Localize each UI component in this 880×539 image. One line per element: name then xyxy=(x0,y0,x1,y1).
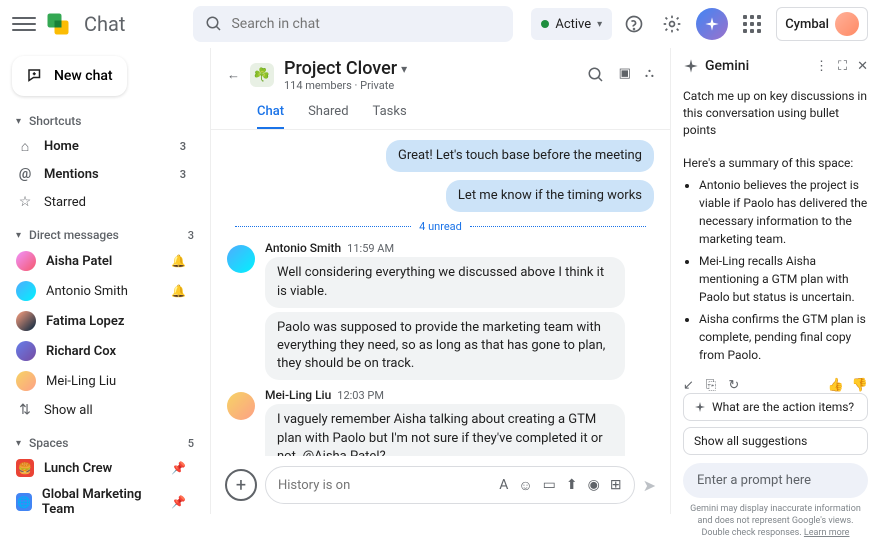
expand-icon: ⇅ xyxy=(16,401,34,419)
avatar xyxy=(16,311,36,331)
video-icon[interactable]: ⊞ xyxy=(610,477,622,494)
send-button[interactable]: ➤ xyxy=(643,476,656,495)
notification-icon: 🔔 xyxy=(171,254,186,268)
thumbs-down-icon[interactable]: 👎 xyxy=(852,378,868,393)
learn-more-link[interactable]: Learn more xyxy=(804,528,850,538)
gemini-input[interactable]: Enter a prompt here xyxy=(683,463,868,498)
thumbs-up-icon[interactable]: 👍 xyxy=(828,378,844,393)
add-attachment-button[interactable]: + xyxy=(225,469,257,501)
insert-icon[interactable]: ↙ xyxy=(683,378,694,393)
new-chat-icon xyxy=(26,67,44,85)
search-in-chat-icon[interactable] xyxy=(587,66,605,84)
home-icon: ⌂ xyxy=(16,137,34,155)
sent-bubble: Let me know if the timing works xyxy=(446,180,654,212)
notification-icon: 🔔 xyxy=(171,284,186,298)
spaces-header[interactable]: ▾Spaces5 xyxy=(0,432,210,454)
status-label: Active xyxy=(555,17,591,32)
space-avatar: ☘️ xyxy=(250,63,274,87)
mentions-icon: @ xyxy=(16,165,34,183)
space-icon: 🍔 xyxy=(16,459,34,477)
dm-header[interactable]: ▾Direct messages3 xyxy=(0,224,210,246)
settings-icon[interactable] xyxy=(658,10,686,38)
tab-tasks[interactable]: Tasks xyxy=(373,96,407,129)
shortcuts-header[interactable]: ▾Shortcuts xyxy=(0,110,210,132)
status-dot-icon xyxy=(541,20,549,28)
pin-icon: 📌 xyxy=(171,495,186,509)
back-arrow-icon[interactable]: ← xyxy=(227,67,240,83)
org-chip[interactable]: Cymbal xyxy=(776,7,868,41)
dm-item[interactable]: Aisha Patel🔔 xyxy=(0,246,202,276)
message-time: 12:03 PM xyxy=(337,389,384,402)
show-suggestions-chip[interactable]: Show all suggestions xyxy=(683,427,868,455)
apps-grid-icon[interactable] xyxy=(738,10,766,38)
message-input[interactable] xyxy=(278,478,489,493)
close-icon[interactable]: ✕ xyxy=(857,59,868,74)
gemini-prompt: Catch me up on key discussions in this c… xyxy=(683,88,868,138)
tasks-icon[interactable]: ⛬ xyxy=(645,66,654,84)
copy-icon[interactable]: ⎘ xyxy=(706,378,716,393)
space-item[interactable]: 🌐Global Marketing Team📌 xyxy=(0,482,202,514)
avatar xyxy=(227,245,255,273)
pin-icon: 📌 xyxy=(171,461,186,475)
space-icon: 🌐 xyxy=(16,493,32,511)
gemini-summary: Here's a summary of this space: Antonio … xyxy=(683,154,868,368)
avatar xyxy=(16,281,36,301)
message-bubble: Well considering everything we discussed… xyxy=(265,257,625,307)
dm-item[interactable]: Fatima Lopez xyxy=(0,306,202,336)
refresh-icon[interactable]: ↻ xyxy=(728,378,739,393)
avatar xyxy=(16,341,36,361)
message-author: Antonio Smith xyxy=(265,241,341,255)
compose-input[interactable]: A ☺ ▭ ⬆ ◉ ⊞ xyxy=(265,466,635,504)
nav-starred[interactable]: ☆Starred xyxy=(0,188,202,216)
dm-item[interactable]: Mei-Ling Liu xyxy=(0,366,202,396)
gemini-disclaimer: Gemini may display inaccurate informatio… xyxy=(683,504,868,539)
dm-item[interactable]: Richard Cox xyxy=(0,336,202,366)
tab-shared[interactable]: Shared xyxy=(308,96,348,129)
pip-icon[interactable]: ▣ xyxy=(619,66,631,84)
avatar xyxy=(227,392,255,420)
new-chat-button[interactable]: New chat xyxy=(12,56,127,96)
record-icon[interactable]: ◉ xyxy=(588,477,600,494)
gemini-title: Gemini xyxy=(705,58,749,74)
gemini-sparkle-icon xyxy=(683,58,699,74)
chat-subtitle: 114 members · Private xyxy=(284,79,407,92)
message-time: 11:59 AM xyxy=(347,242,394,255)
search-icon xyxy=(205,15,223,33)
gemini-button[interactable] xyxy=(696,8,728,40)
message-author: Mei-Ling Liu xyxy=(265,388,331,402)
app-name: Chat xyxy=(84,12,125,36)
space-item[interactable]: 🍔Lunch Crew📌 xyxy=(0,454,202,482)
nav-mentions[interactable]: @Mentions3 xyxy=(0,160,202,188)
suggestion-chip[interactable]: What are the action items? xyxy=(683,393,868,421)
star-icon: ☆ xyxy=(16,193,34,211)
avatar xyxy=(16,371,36,391)
help-icon[interactable] xyxy=(620,10,648,38)
status-chip[interactable]: Active ▾ xyxy=(531,8,612,40)
user-avatar xyxy=(835,12,859,36)
chevron-down-icon: ▾ xyxy=(597,19,602,30)
chat-logo xyxy=(44,10,72,38)
message-bubble: I vaguely remember Aisha talking about c… xyxy=(265,404,625,456)
dm-item[interactable]: Antonio Smith🔔 xyxy=(0,276,202,306)
expand-icon[interactable]: ⛶ xyxy=(838,59,847,74)
format-icon[interactable]: A xyxy=(499,477,508,494)
message-bubble: Paolo was supposed to provide the market… xyxy=(265,312,625,381)
hamburger-menu[interactable] xyxy=(12,12,36,36)
chevron-down-icon[interactable]: ▾ xyxy=(401,62,407,76)
chat-title: Project Clover xyxy=(284,58,397,79)
upload-icon[interactable]: ⬆ xyxy=(566,477,578,494)
more-icon[interactable]: ⋮ xyxy=(815,59,828,74)
unread-divider: 4 unread xyxy=(227,220,654,233)
nav-home[interactable]: ⌂Home3 xyxy=(0,132,202,160)
search-bar[interactable] xyxy=(193,6,513,42)
search-input[interactable] xyxy=(231,16,501,32)
avatar xyxy=(16,251,36,271)
gif-icon[interactable]: ▭ xyxy=(543,477,556,494)
show-all-dm[interactable]: ⇅Show all xyxy=(0,396,202,424)
tab-chat[interactable]: Chat xyxy=(257,96,284,129)
emoji-icon[interactable]: ☺ xyxy=(518,477,532,494)
sent-bubble: Great! Let's touch base before the meeti… xyxy=(386,140,654,172)
